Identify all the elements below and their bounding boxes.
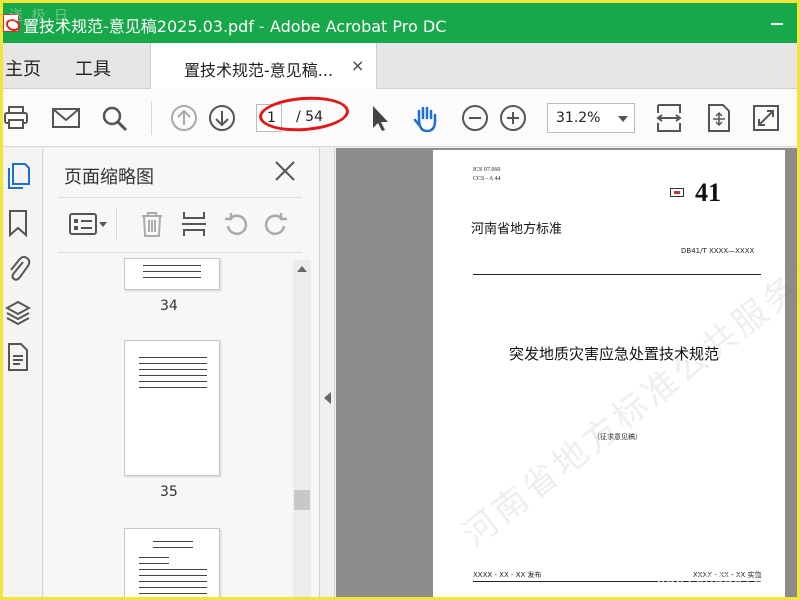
page-thumbnail-36[interactable] [124,528,220,597]
attachment-icon[interactable] [5,252,31,282]
chevron-down-icon [618,116,628,122]
scroll-up-icon[interactable] [297,266,307,272]
publish-date: XXXX - XX - XX 发布 [473,571,542,579]
next-page-icon[interactable] [207,103,237,133]
collapse-arrow-icon [324,392,331,404]
document-properties-icon[interactable] [5,342,31,372]
page-thumbnails-icon[interactable] [5,162,31,192]
fit-page-icon[interactable] [703,103,733,133]
page-thumbnail-34[interactable] [124,258,220,290]
title-bar: 送 极 日 置技术规范-意见稿2025.03.pdf - Adobe Acrob… [3,3,797,43]
scrollbar-thumb[interactable] [294,490,310,510]
page-number-label: 35 [160,484,178,500]
navigation-rail [3,148,43,597]
rotate-right-icon[interactable] [262,210,290,238]
menu-tools[interactable]: 工具 [75,55,111,81]
layers-icon[interactable] [4,298,32,328]
acrobat-window: 送 极 日 置技术规范-意见稿2025.03.pdf - Adobe Acrob… [3,3,797,597]
search-icon[interactable] [99,103,129,133]
insert-page-icon[interactable] [180,210,208,238]
page-number-label: 34 [160,298,178,314]
delete-page-icon[interactable] [138,210,166,238]
rotate-left-icon[interactable] [222,210,250,238]
zoom-level-select[interactable]: 31.2% [547,103,635,133]
hand-tool-icon[interactable] [411,103,441,133]
pdf-page: ICS 07.060 CCS - A 44 41 河南省地方标准 DB41/T … [433,150,797,597]
toolbar: 1 / 54 31.2% [3,89,797,147]
standard-code: DB41/T XXXX—XXXX [681,247,755,255]
menu-home[interactable]: 主页 [5,55,41,81]
email-icon[interactable] [51,103,81,133]
select-cursor-icon[interactable] [365,103,395,133]
full-screen-icon[interactable] [751,103,781,133]
standard-logo-icon [670,188,684,197]
toolbar-divider [151,101,152,135]
zoom-in-icon[interactable] [498,103,528,133]
document-viewport[interactable]: ICS 07.060 CCS - A 44 41 河南省地方标准 DB41/T … [336,148,797,597]
previous-page-icon[interactable] [169,103,199,133]
document-tab-label: 置技术规范-意见稿... [184,61,334,80]
bookmark-icon[interactable] [5,208,31,238]
thumbnail-options-icon[interactable] [68,210,108,238]
page-thumbnails-panel: 页面缩略图 34 35 [44,148,320,597]
page-watermark: 河南省地方标准公共服务平台 [455,219,797,556]
print-icon[interactable] [3,103,33,133]
document-tab[interactable]: 置技术规范-意见稿... × [150,43,377,90]
fit-width-icon[interactable] [654,103,684,133]
tab-bar: 主页 工具 置技术规范-意见稿... × [3,43,797,90]
page-thumbnail-35[interactable] [124,340,220,476]
zoom-level-value: 31.2% [556,110,601,126]
window-title: 置技术规范-意见稿2025.03.pdf - Adobe Acrobat Pro… [23,17,447,36]
ics-code: ICS 07.060 CCS - A 44 [473,167,501,182]
minimize-button[interactable] [761,9,791,37]
panel-title: 页面缩略图 [64,167,154,188]
thumbnail-scrollbar[interactable] [293,260,311,597]
close-panel-icon[interactable] [274,160,296,182]
standard-type: 河南省地方标准 [471,222,563,237]
site-watermark: www.chdao.com [656,568,782,587]
close-tab-icon[interactable]: × [351,56,364,75]
thumbnail-list: 34 35 [44,258,291,597]
standard-number-big: 41 [695,178,721,207]
panel-collapse-handle[interactable] [321,148,335,597]
zoom-out-icon[interactable] [460,103,490,133]
